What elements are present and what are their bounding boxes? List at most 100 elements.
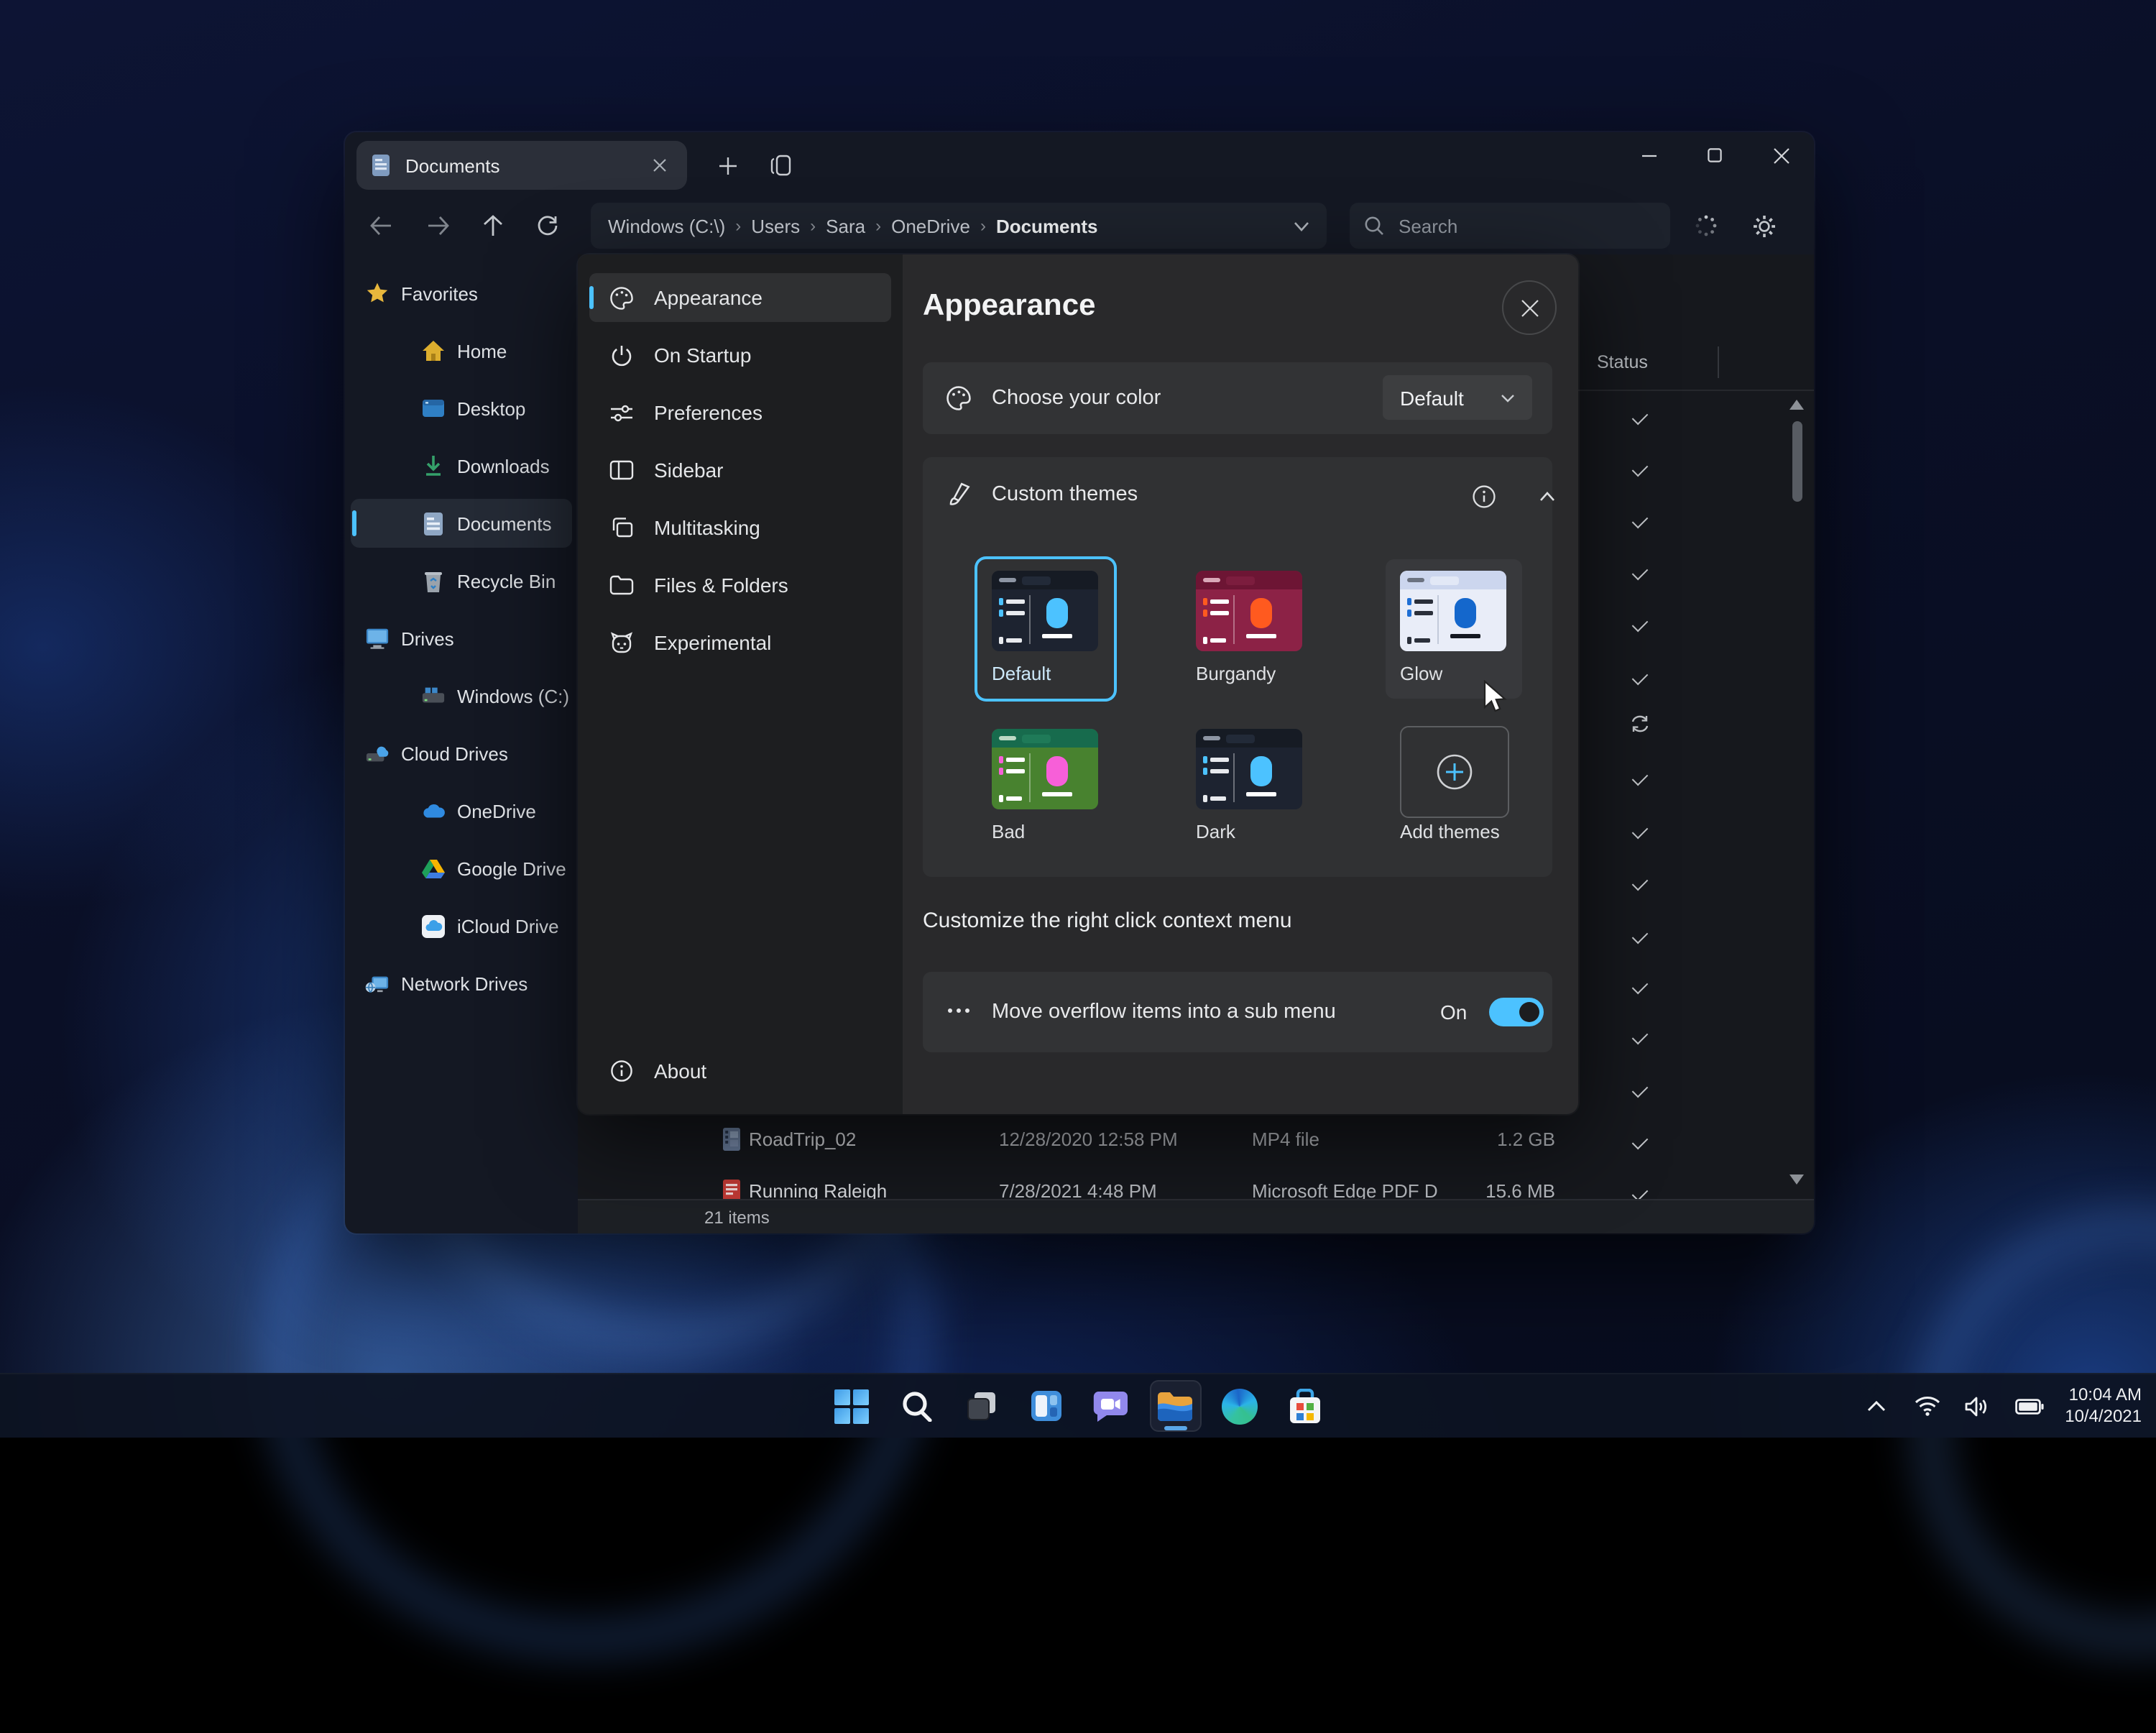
settings-nav-experimental[interactable]: Experimental: [589, 618, 891, 667]
overflow-toggle[interactable]: [1489, 998, 1544, 1026]
status-check-icon: [1630, 410, 1650, 424]
sidebar-item-recycle-bin[interactable]: Recycle Bin: [351, 556, 572, 605]
settings-nav-appearance[interactable]: Appearance: [589, 273, 891, 322]
file-row[interactable]: RoadTrip_02 12/28/2020 12:58 PM MP4 file…: [578, 1114, 1814, 1166]
theme-card-default[interactable]: Default: [977, 559, 1114, 699]
files-app-button[interactable]: [1149, 1380, 1201, 1432]
volume-icon[interactable]: [1961, 1390, 1993, 1422]
sidebar-item-documents[interactable]: Documents: [351, 499, 572, 548]
theme-card-glow[interactable]: Glow: [1386, 559, 1522, 699]
settings-gear-button[interactable]: [1742, 204, 1785, 247]
column-header-status[interactable]: Status: [1597, 352, 1648, 372]
widgets-button[interactable]: [1020, 1380, 1072, 1432]
tab-close-icon[interactable]: [647, 152, 673, 178]
status-check-icon: [1630, 875, 1650, 890]
search-input[interactable]: [1396, 213, 1631, 238]
settings-nav-files-folders[interactable]: Files & Folders: [589, 561, 891, 610]
task-view-button[interactable]: [955, 1380, 1007, 1432]
sidebar-group-favorites[interactable]: Favorites: [351, 269, 572, 318]
themes-collapse-button[interactable]: [1526, 476, 1567, 516]
dialog-close-button[interactable]: [1502, 280, 1557, 335]
selection-indicator: [589, 286, 594, 309]
color-setting-label: Choose your color: [992, 387, 1161, 410]
breadcrumb-dropdown-icon[interactable]: [1294, 221, 1309, 231]
desktop-icon: [421, 397, 446, 419]
sidebar-item-windows-c[interactable]: Windows (C:): [351, 671, 572, 720]
sidebar-group-drives[interactable]: Drives: [351, 614, 572, 663]
breadcrumb-segment[interactable]: Windows (C:\): [608, 215, 725, 236]
breadcrumb-segment-current[interactable]: Documents: [996, 215, 1098, 236]
color-dropdown[interactable]: Default: [1383, 375, 1532, 420]
taskbar-clock[interactable]: 10:04 AM 10/4/2021: [2065, 1384, 2142, 1428]
tab-layout-button[interactable]: [762, 147, 799, 184]
add-theme-tile[interactable]: Add themes: [1386, 717, 1522, 857]
theme-preview: [1400, 571, 1506, 651]
up-button[interactable]: [471, 204, 515, 247]
status-check-icon: [1630, 824, 1650, 838]
status-check-icon: [1630, 1082, 1650, 1097]
theme-name: Bad: [992, 821, 1025, 842]
sidebar-item-downloads[interactable]: Downloads: [351, 441, 572, 490]
column-divider[interactable]: [1718, 346, 1719, 378]
breadcrumb-segment[interactable]: Sara: [826, 215, 865, 236]
scrollbar-up-arrow[interactable]: [1789, 400, 1804, 410]
breadcrumb[interactable]: Windows (C:\) › Users › Sara › OneDrive …: [591, 203, 1327, 249]
taskbar-search-button[interactable]: [890, 1380, 942, 1432]
theme-card-dark[interactable]: Dark: [1181, 717, 1318, 857]
ellipsis-icon: [947, 1006, 970, 1015]
loading-spinner-icon: [1685, 204, 1728, 247]
scrollbar-thumb[interactable]: [1792, 421, 1802, 502]
sidebar-group-label: Drives: [401, 628, 454, 649]
start-button[interactable]: [826, 1380, 877, 1432]
breadcrumb-segment[interactable]: Users: [751, 215, 800, 236]
status-check-icon: [1630, 670, 1650, 684]
close-button[interactable]: [1752, 135, 1810, 175]
themes-info-button[interactable]: [1463, 476, 1503, 516]
sidebar-item-onedrive[interactable]: OneDrive: [351, 786, 572, 835]
file-row[interactable]: Running Raleigh 7/28/2021 4:48 PM Micros…: [578, 1169, 1814, 1203]
wifi-icon[interactable]: [1911, 1390, 1943, 1422]
theme-card-burgandy[interactable]: Burgandy: [1181, 559, 1318, 699]
windows-drive-icon: [421, 686, 446, 706]
new-tab-button[interactable]: [709, 147, 746, 184]
edge-button[interactable]: [1214, 1380, 1266, 1432]
chat-button[interactable]: [1084, 1380, 1136, 1432]
star-icon: [365, 282, 390, 305]
tray-chevron-up-icon[interactable]: [1861, 1390, 1892, 1422]
maximize-button[interactable]: [1686, 135, 1743, 175]
refresh-button[interactable]: [526, 204, 569, 247]
scrollbar-down-arrow[interactable]: [1789, 1175, 1804, 1185]
settings-nav-sidebar[interactable]: Sidebar: [589, 446, 891, 495]
settings-nav-label: Sidebar: [654, 459, 724, 482]
settings-nav-about[interactable]: About: [589, 1047, 891, 1095]
google-drive-icon: [421, 858, 446, 878]
theme-card-bad[interactable]: Bad: [977, 717, 1114, 857]
custom-themes-card: Custom themes: [923, 457, 1552, 877]
sidebar-group-label: Cloud Drives: [401, 743, 508, 764]
settings-nav-preferences[interactable]: Preferences: [589, 388, 891, 437]
settings-nav-on-startup[interactable]: On Startup: [589, 331, 891, 380]
store-button[interactable]: [1279, 1380, 1330, 1432]
forward-button[interactable]: [417, 204, 460, 247]
settings-nav-label: Preferences: [654, 401, 763, 424]
breadcrumb-segment[interactable]: OneDrive: [891, 215, 970, 236]
settings-nav-label: Experimental: [654, 631, 771, 654]
drives-icon: [365, 627, 390, 650]
sidebar-item-icloud-drive[interactable]: iCloud Drive: [351, 901, 572, 950]
sidebar-item-label: Documents: [457, 512, 552, 534]
sidebar-item-desktop[interactable]: Desktop: [351, 384, 572, 433]
info-icon: [609, 1059, 634, 1082]
store-icon: [1287, 1388, 1322, 1424]
add-plus-icon: [1436, 753, 1473, 791]
sidebar-item-google-drive[interactable]: Google Drive: [351, 844, 572, 893]
back-button[interactable]: [359, 204, 402, 247]
minimize-button[interactable]: [1620, 135, 1677, 175]
battery-icon[interactable]: [2012, 1390, 2046, 1422]
status-check-icon: [1630, 1029, 1650, 1044]
sidebar-item-home[interactable]: Home: [351, 326, 572, 375]
search-box[interactable]: [1350, 203, 1670, 249]
sidebar-group-cloud-drives[interactable]: Cloud Drives: [351, 729, 572, 778]
sidebar-group-network-drives[interactable]: Network Drives: [351, 959, 572, 1008]
tab-documents[interactable]: Documents: [356, 141, 687, 190]
settings-nav-multitasking[interactable]: Multitasking: [589, 503, 891, 552]
